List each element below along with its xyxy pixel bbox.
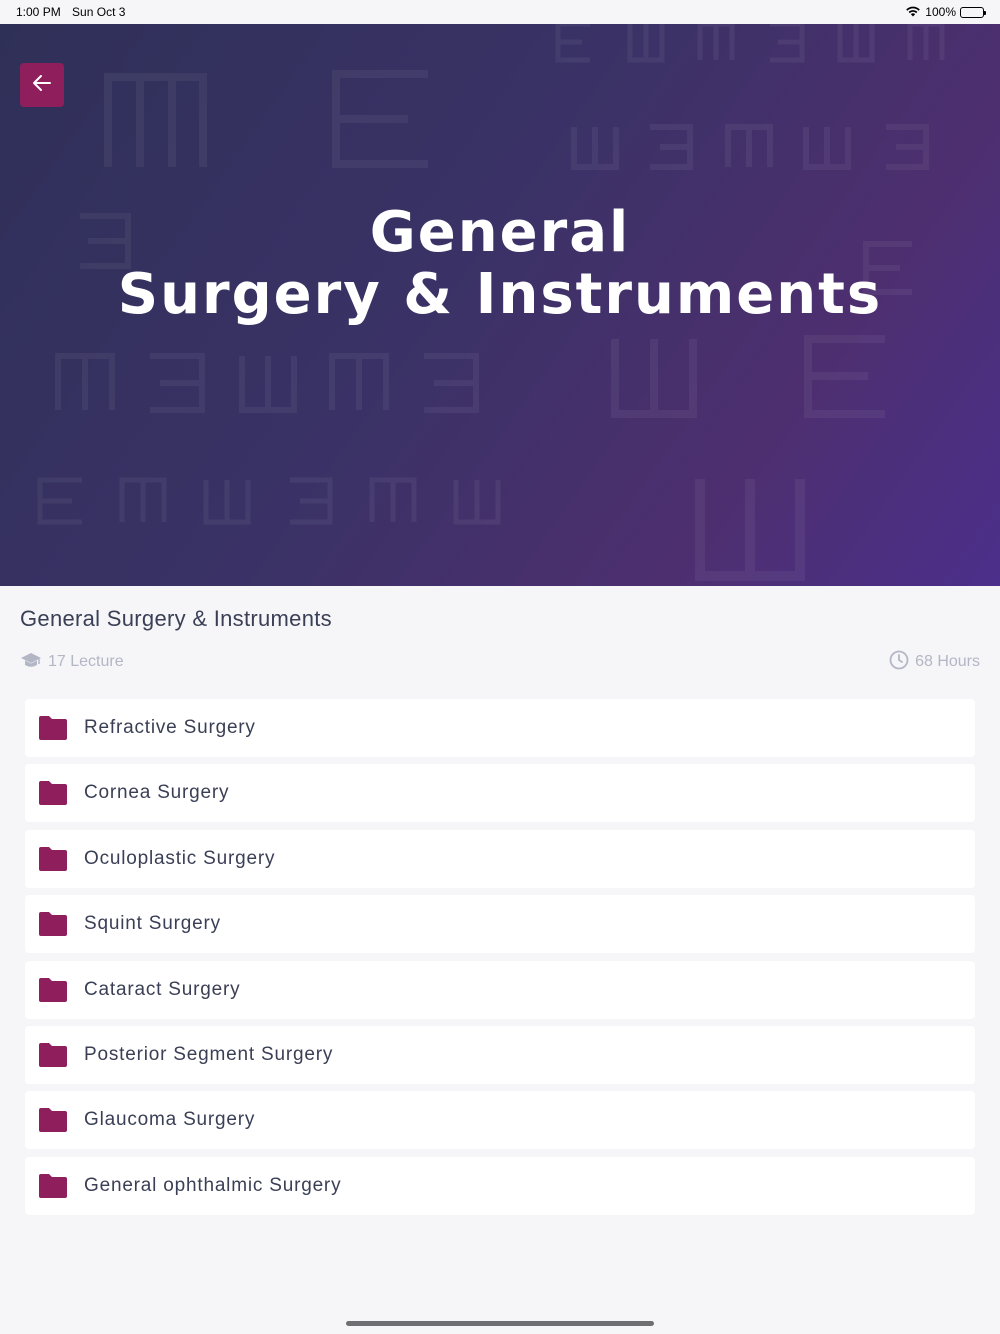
hero-title-line1: General	[369, 200, 631, 265]
home-indicator[interactable]	[346, 1321, 654, 1326]
folder-item[interactable]: Posterior Segment Surgery	[25, 1025, 975, 1084]
folder-icon	[39, 846, 67, 871]
course-title: General Surgery & Instruments	[20, 606, 332, 631]
folder-item[interactable]: Oculoplastic Surgery	[25, 829, 975, 888]
hero-title-line2: Surgery & Instruments	[117, 262, 883, 327]
folder-item[interactable]: Glaucoma Surgery	[25, 1091, 975, 1150]
hours-count-label: 68 Hours	[915, 653, 980, 670]
status-right: 100%	[905, 5, 986, 20]
hero-banner: General Surgery & Instruments	[0, 24, 1000, 586]
folder-item[interactable]: General ophthalmic Surgery	[25, 1156, 975, 1215]
folder-icon	[39, 1108, 67, 1133]
folder-icon	[39, 781, 67, 806]
folder-label: Cornea Surgery	[84, 782, 230, 804]
folder-list: Refractive Surgery Cornea Surgery Oculop…	[25, 699, 975, 1222]
folder-item[interactable]: Refractive Surgery	[25, 699, 975, 757]
back-button[interactable]	[20, 63, 64, 107]
battery-percent: 100%	[925, 5, 956, 19]
status-time: 1:00 PM	[16, 5, 61, 19]
folder-label: General ophthalmic Surgery	[84, 1174, 342, 1196]
clock-icon	[889, 650, 909, 675]
folder-icon	[39, 977, 67, 1002]
folder-label: Refractive Surgery	[84, 717, 256, 738]
folder-item[interactable]: Squint Surgery	[25, 895, 975, 954]
graduation-cap-icon	[20, 651, 42, 674]
hero-title: General Surgery & Instruments	[0, 202, 1000, 326]
wifi-icon	[905, 5, 921, 20]
status-date: Sun Oct 3	[72, 5, 126, 19]
folder-label: Oculoplastic Surgery	[84, 847, 276, 869]
hours-count: 68 Hours	[889, 650, 980, 675]
course-meta: 17 Lecture 68 Hours	[20, 650, 980, 674]
folder-icon	[39, 1173, 67, 1198]
lecture-count: 17 Lecture	[20, 651, 124, 674]
folder-label: Squint Surgery	[84, 913, 221, 935]
folder-item[interactable]: Cornea Surgery	[25, 764, 975, 823]
folder-label: Cataract Surgery	[84, 978, 241, 1000]
status-left: 1:00 PM Sun Oct 3	[16, 5, 133, 19]
folder-icon	[39, 912, 67, 937]
folder-icon	[39, 716, 67, 740]
battery-icon	[960, 6, 986, 18]
folder-item[interactable]: Cataract Surgery	[25, 960, 975, 1019]
status-bar: 1:00 PM Sun Oct 3 100%	[0, 0, 1000, 24]
folder-label: Posterior Segment Surgery	[84, 1043, 334, 1065]
folder-icon	[39, 1042, 67, 1067]
arrow-left-icon	[31, 72, 53, 99]
lecture-count-label: 17 Lecture	[48, 653, 124, 670]
folder-label: Glaucoma Surgery	[84, 1109, 256, 1131]
